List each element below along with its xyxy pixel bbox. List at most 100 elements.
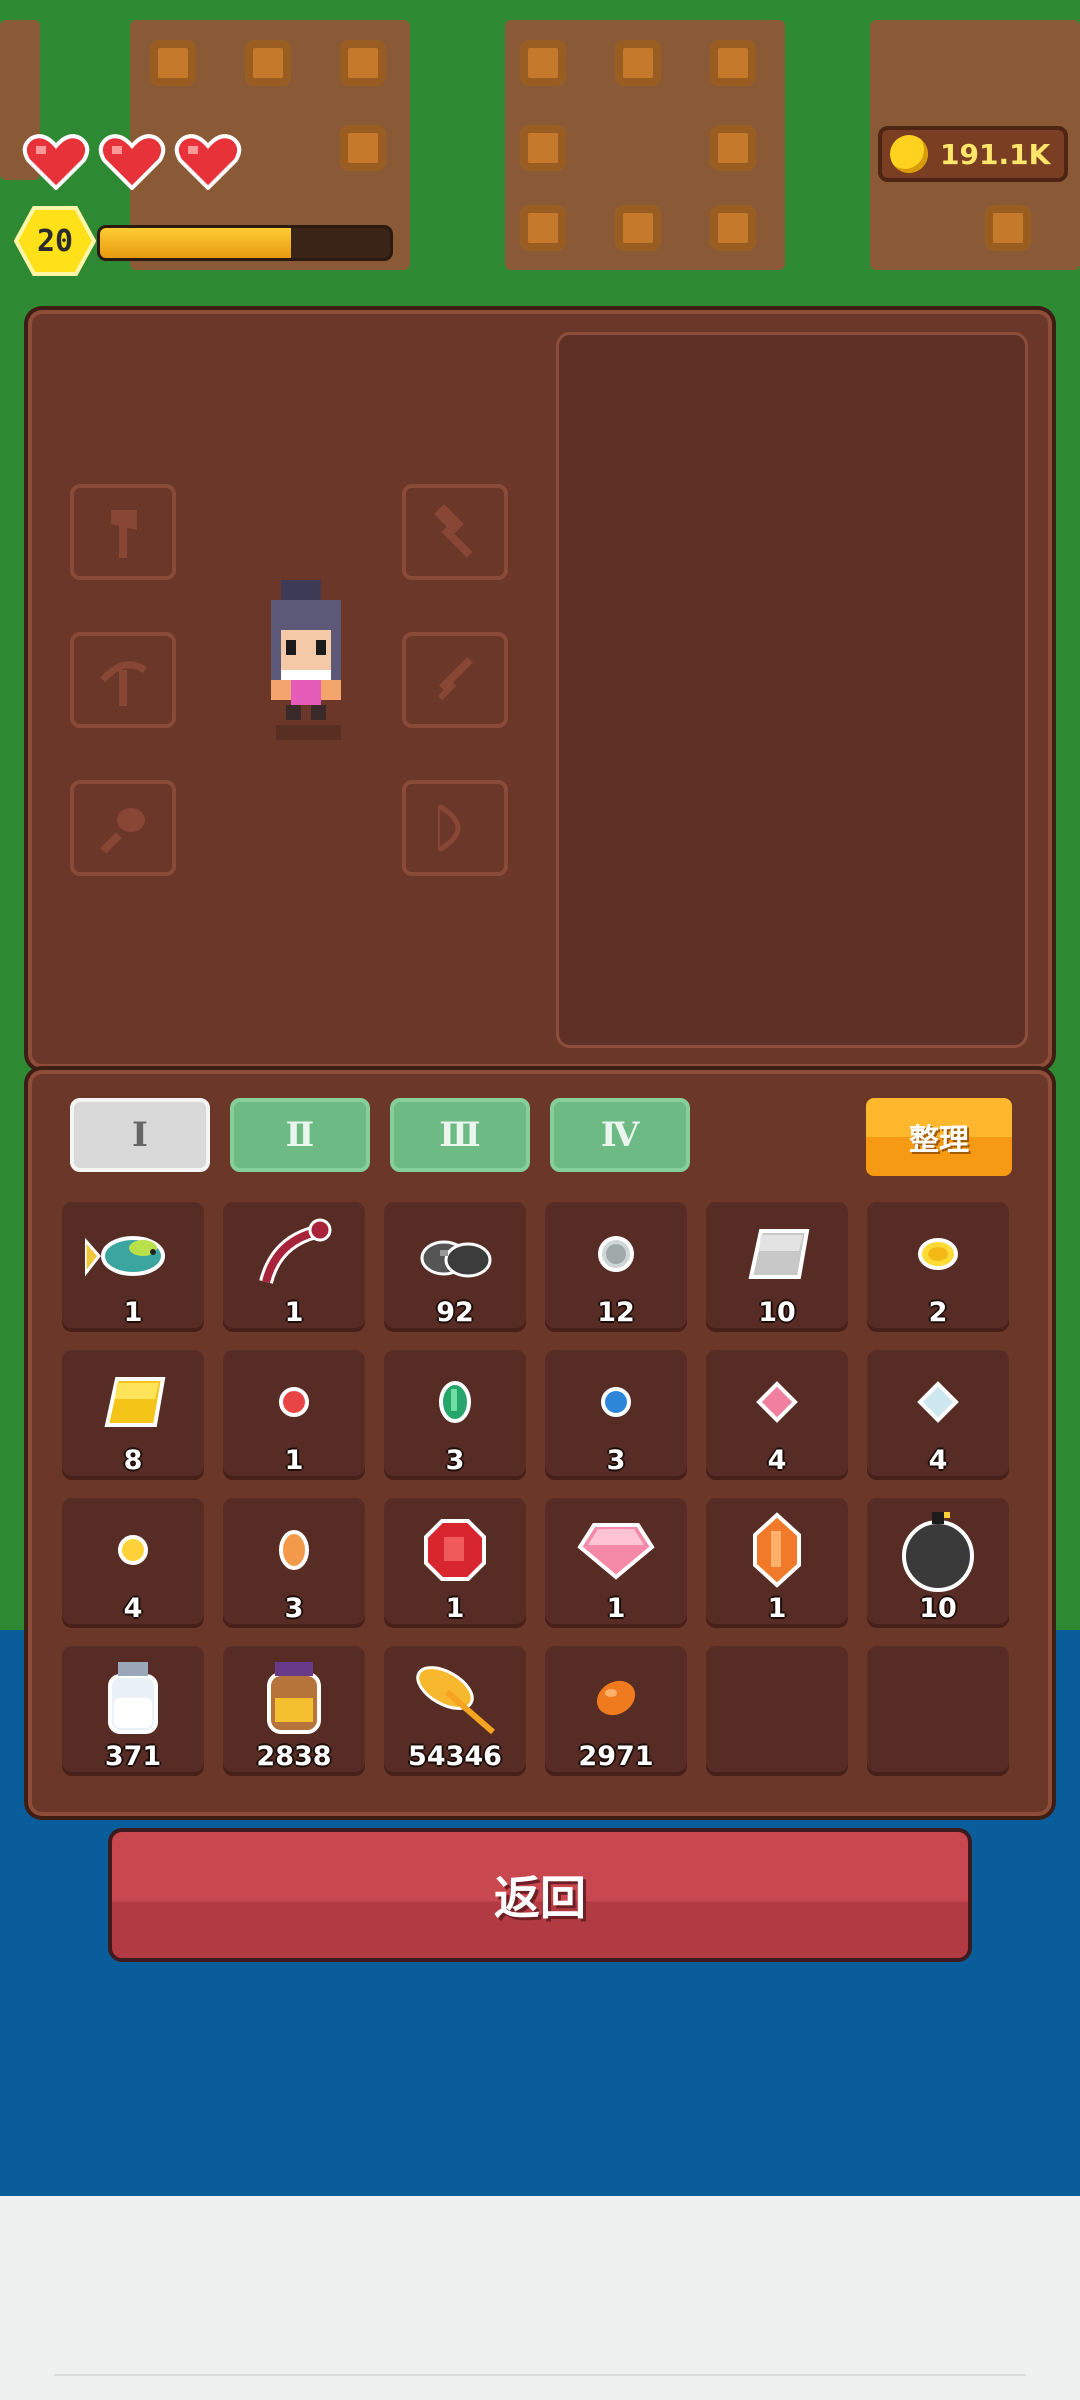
inventory-slot[interactable]: 3 — [384, 1350, 526, 1480]
lobster-icon — [259, 1218, 332, 1284]
shovel-icon — [100, 808, 145, 854]
diamond-shard-icon — [917, 1381, 959, 1423]
inventory-slot[interactable]: 12 — [545, 1202, 687, 1332]
equip-slot-bow[interactable] — [402, 780, 508, 876]
item-count: 371 — [104, 1741, 162, 1772]
item-count: 2838 — [256, 1741, 332, 1772]
crop-icon — [520, 205, 566, 251]
crop-icon — [615, 205, 661, 251]
crop-icon — [520, 40, 566, 86]
honey-jar-icon — [267, 1662, 321, 1734]
inventory-slot[interactable]: 1 — [223, 1350, 365, 1480]
level-value: 20 — [36, 223, 74, 259]
item-preview-panel — [556, 332, 1028, 1048]
pickaxe-icon — [100, 661, 147, 706]
inventory-slot[interactable]: 2971 — [545, 1646, 687, 1776]
item-count: 1 — [445, 1593, 465, 1624]
xp-bar-fill — [100, 228, 292, 258]
inventory-slot[interactable]: 2 — [867, 1202, 1009, 1332]
inventory-slot[interactable]: 54346 — [384, 1646, 526, 1776]
inventory-slot[interactable]: 3 — [223, 1498, 365, 1628]
inventory-slot[interactable]: 1 — [62, 1202, 204, 1332]
equip-slot-shovel[interactable] — [70, 780, 176, 876]
crop-icon — [710, 40, 756, 86]
item-count: 1 — [284, 1297, 304, 1328]
item-count: 3 — [606, 1445, 626, 1476]
equip-slot-axe[interactable] — [70, 484, 176, 580]
heart-icon — [174, 132, 242, 190]
crop-icon — [985, 205, 1031, 251]
fish-icon — [85, 1236, 165, 1277]
item-count: 10 — [758, 1297, 796, 1328]
sword-icon — [437, 657, 473, 701]
inventory-slot[interactable]: 1 — [706, 1498, 848, 1628]
crop-icon — [150, 40, 196, 86]
inventory-slot[interactable]: 4 — [62, 1498, 204, 1628]
item-count: 1 — [284, 1445, 304, 1476]
equip-slot-sword[interactable] — [402, 632, 508, 728]
item-count: 4 — [767, 1445, 787, 1476]
system-nav-area — [0, 2196, 1080, 2400]
heart-icon — [22, 132, 90, 190]
inventory-slot-empty[interactable] — [706, 1646, 848, 1776]
equip-slot-hammer[interactable] — [402, 484, 508, 580]
item-count: 1 — [606, 1593, 626, 1624]
item-count: 1 — [123, 1297, 143, 1328]
crop-icon — [245, 40, 291, 86]
emerald-shard-icon — [439, 1381, 471, 1423]
item-count: 8 — [123, 1445, 143, 1476]
sort-button[interactable]: 整理 — [866, 1098, 1012, 1176]
inventory-slot[interactable]: 10 — [706, 1202, 848, 1332]
iron-bar-icon — [748, 1229, 810, 1279]
crop-icon — [710, 205, 756, 251]
ruby-shard-icon — [279, 1387, 309, 1417]
amber-gem-icon — [279, 1530, 309, 1570]
pink-diamond-icon — [577, 1523, 655, 1580]
inventory-slot[interactable]: 1 — [384, 1498, 526, 1628]
inventory-slot[interactable]: 92 — [384, 1202, 526, 1332]
feather-icon — [416, 1666, 495, 1735]
ruby-icon — [424, 1519, 486, 1581]
item-count: 3 — [284, 1593, 304, 1624]
inventory-slot[interactable]: 8 — [62, 1350, 204, 1480]
coin-amount: 191.1K — [940, 137, 1051, 171]
tab-page-4[interactable]: Ⅳ — [550, 1098, 690, 1172]
silver-nugget-icon — [598, 1236, 634, 1272]
item-count: 12 — [597, 1297, 635, 1328]
back-button[interactable]: 返回 — [108, 1828, 972, 1962]
tab-page-2[interactable]: Ⅱ — [230, 1098, 370, 1172]
inventory-slot[interactable]: 10 — [867, 1498, 1009, 1628]
inventory-slot[interactable]: 4 — [867, 1350, 1009, 1480]
crop-icon — [520, 125, 566, 171]
coin-counter[interactable]: 191.1K — [878, 126, 1068, 182]
player-character — [246, 580, 376, 750]
inventory-slot[interactable]: 1 — [223, 1202, 365, 1332]
item-count: 4 — [123, 1593, 143, 1624]
milk-jar-icon — [108, 1662, 158, 1734]
inventory-slot[interactable]: 1 — [545, 1498, 687, 1628]
pink-shard-icon — [756, 1381, 798, 1423]
gold-gem-icon — [118, 1535, 148, 1565]
item-count: 3 — [445, 1445, 465, 1476]
crop-icon — [340, 125, 386, 171]
equip-slot-pickaxe[interactable] — [70, 632, 176, 728]
seed-icon — [596, 1680, 636, 1716]
gold-nugget-icon — [918, 1238, 958, 1270]
inventory-slot[interactable]: 371 — [62, 1646, 204, 1776]
health-hearts — [22, 132, 242, 190]
inventory-slot[interactable]: 3 — [545, 1350, 687, 1480]
tab-page-1[interactable]: Ⅰ — [70, 1098, 210, 1172]
inventory-grid: 1 1 92 12 10 2 8 1 3 3 4 4 4 3 1 1 1 10 … — [62, 1202, 1009, 1776]
item-count: 4 — [928, 1445, 948, 1476]
tab-page-3[interactable]: Ⅲ — [390, 1098, 530, 1172]
inventory-panel: Ⅰ Ⅱ Ⅲ Ⅳ 整理 1 1 92 12 10 2 8 1 3 3 4 4 4 … — [28, 1070, 1052, 1816]
item-count: 2971 — [578, 1741, 654, 1772]
bomb-icon — [902, 1512, 974, 1592]
heart-icon — [98, 132, 166, 190]
axe-icon — [111, 510, 137, 558]
inventory-slot[interactable]: 2838 — [223, 1646, 365, 1776]
item-count: 54346 — [408, 1741, 502, 1772]
crop-icon — [710, 125, 756, 171]
inventory-slot-empty[interactable] — [867, 1646, 1009, 1776]
inventory-slot[interactable]: 4 — [706, 1350, 848, 1480]
